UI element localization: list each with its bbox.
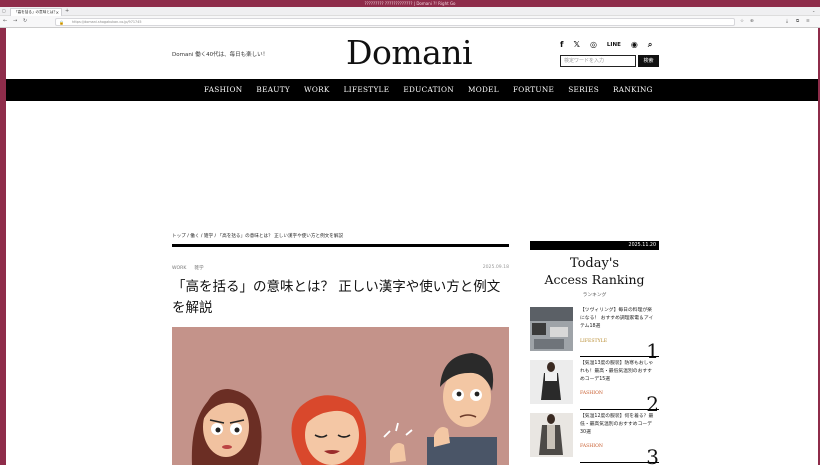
ranking-item-title[interactable]: 【ツヴィリング】毎日の料理が楽になる！ おすすめ調理家電＆アイテム18選: [580, 307, 656, 331]
tab-list-icon[interactable]: ⌄: [812, 8, 815, 13]
instagram-icon[interactable]: ◎: [590, 40, 597, 50]
nav-item-fortune[interactable]: FORTUNE: [513, 79, 554, 101]
facebook-icon[interactable]: f: [560, 40, 563, 50]
nav-item-series[interactable]: SERIES: [568, 79, 599, 101]
close-icon[interactable]: ×: [56, 9, 59, 16]
menu-icon[interactable]: ≡: [806, 18, 810, 25]
article-title: 「高を括る」の意味とは？ 正しい漢字や使い方と例文を解説: [172, 279, 501, 316]
ranking-item-category: FASHION: [580, 444, 603, 449]
ranking-item-category: FASHION: [580, 391, 603, 396]
url-text: https://domani.shogakukan.co.jp/971745: [72, 20, 142, 24]
article-category: WORK 雑学: [172, 265, 204, 271]
reload-icon[interactable]: ↻: [23, 18, 27, 25]
browser-toolbar: ← → ↻ 🔒 https://domani.shogakukan.co.jp/…: [0, 16, 820, 28]
zoom-icon[interactable]: ⊕: [750, 18, 754, 25]
address-bar[interactable]: 🔒 https://domani.shogakukan.co.jp/971745: [55, 18, 735, 26]
ranking-item-3[interactable]: 【気温12度の服装】何を着る？最低・最高気温別のおすすめコーデ30選 FASHI…: [530, 413, 659, 465]
ranking-item-2[interactable]: 【気温13度の服装】防寒もおしゃれも！最高・最低気温別のおすすめコーデ15選 F…: [530, 360, 659, 414]
article-date: 2025.09.18: [482, 265, 509, 270]
downloads-icon[interactable]: ⤓: [786, 18, 788, 25]
subcategory-link[interactable]: 雑学: [194, 266, 203, 271]
bookmark-icon[interactable]: ☆: [740, 18, 744, 25]
line-icon[interactable]: LINE: [607, 40, 621, 50]
new-tab-button[interactable]: +: [65, 8, 69, 15]
ranking-title-sub: Access Ranking: [544, 272, 645, 287]
browser-tab[interactable]: 「高を括る」の意味とは？ ×: [10, 8, 62, 16]
ranking-divider: [580, 462, 659, 463]
search-input[interactable]: 検定ワードを入力: [560, 55, 636, 67]
ranking-number: 2: [646, 392, 659, 416]
breadcrumb[interactable]: トップ / 働く / 雑学 / 「高を括る」の意味とは？ 正しい漢字や使い方と例…: [172, 233, 343, 239]
ranking-date-bar: 2025.11.20: [530, 241, 659, 250]
ranking-divider: [580, 356, 659, 357]
hero-illustration: [172, 327, 509, 465]
search-icon[interactable]: ⌕: [648, 40, 652, 50]
site-logo[interactable]: Domani: [346, 34, 473, 72]
category-link[interactable]: WORK: [172, 266, 186, 271]
main-nav: FASHION BEAUTY WORK LIFESTYLE EDUCATION …: [6, 79, 818, 101]
ranking-divider: [580, 409, 659, 410]
social-links: f 𝕏 ◎ LINE ◉ ⌕: [560, 40, 652, 50]
ranking-title: Today's: [569, 256, 620, 271]
ranking-number: 1: [646, 339, 659, 363]
nav-item-model[interactable]: MODEL: [468, 79, 499, 101]
ranking-thumbnail-3[interactable]: [530, 413, 573, 457]
nav-item-education[interactable]: EDUCATION: [403, 79, 454, 101]
extensions-icon[interactable]: ⧉: [796, 18, 799, 25]
ranking-item-category: LIFESTYLE: [580, 339, 608, 344]
nav-item-fashion[interactable]: FASHION: [204, 79, 242, 101]
forward-arrow-icon[interactable]: →: [13, 18, 17, 25]
x-icon[interactable]: 𝕏: [573, 40, 579, 50]
site-tagline: Domani 働く40代は、毎日も楽しい！: [172, 52, 269, 58]
window-menu-icon[interactable]: ▢: [2, 8, 6, 13]
nav-item-beauty[interactable]: BEAUTY: [256, 79, 290, 101]
nav-item-work[interactable]: WORK: [304, 79, 330, 101]
nav-item-lifestyle[interactable]: LIFESTYLE: [344, 79, 390, 101]
tab-label: 「高を括る」の意味とは？: [14, 10, 58, 14]
window-titlebar: ????????? ????????????? | Domani ?! Righ…: [0, 0, 820, 7]
ranking-thumbnail-2[interactable]: [530, 360, 573, 404]
divider: [172, 244, 509, 247]
ranking-item-title[interactable]: 【気温12度の服装】何を着る？最低・最高気温別のおすすめコーデ30選: [580, 413, 656, 437]
ranking-thumbnail-1[interactable]: [530, 307, 573, 351]
lock-icon: 🔒: [59, 20, 64, 25]
chat-icon[interactable]: ◉: [631, 40, 638, 50]
ranking-item-1[interactable]: 【ツヴィリング】毎日の料理が楽になる！ おすすめ調理家電＆アイテム18選 LIF…: [530, 307, 659, 361]
tab-strip: ▢ 「高を括る」の意味とは？ × + ⌄: [0, 7, 820, 16]
ranking-subtitle: ランキング: [582, 293, 607, 298]
nav-item-ranking[interactable]: RANKING: [613, 79, 653, 101]
ranking-item-title[interactable]: 【気温13度の服装】防寒もおしゃれも！最高・最低気温別のおすすめコーデ15選: [580, 360, 656, 384]
back-arrow-icon[interactable]: ←: [3, 18, 7, 25]
window-title: ????????? ????????????? | Domani ?! Righ…: [364, 1, 456, 6]
search-button[interactable]: 検索: [638, 55, 659, 67]
